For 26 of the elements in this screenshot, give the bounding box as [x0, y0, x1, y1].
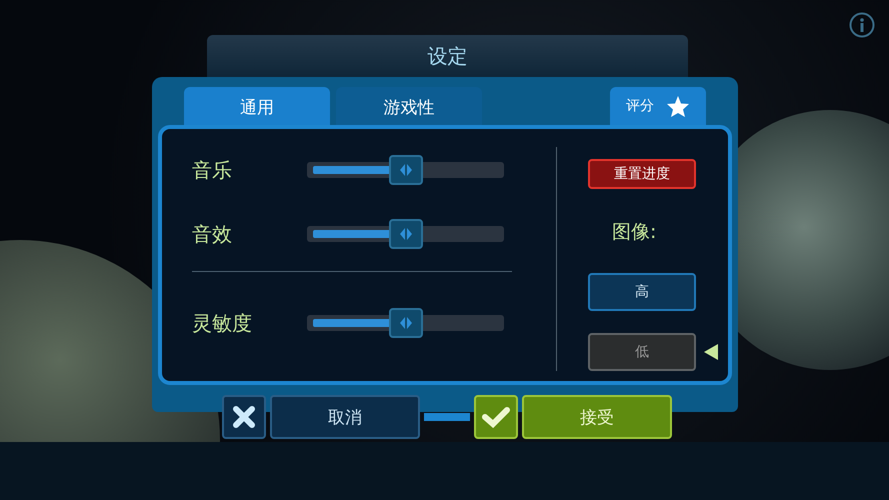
slider-label: 音乐 — [192, 156, 233, 184]
tab[interactable]: 游戏性 — [336, 87, 482, 125]
graphics-label: 图像: — [612, 220, 656, 245]
slider-label: 灵敏度 — [192, 310, 253, 336]
dialog-title: 设定 — [428, 42, 468, 70]
accept-button[interactable]: 接受 — [522, 395, 672, 439]
info-icon[interactable] — [849, 12, 875, 38]
slider[interactable] — [307, 155, 504, 185]
slider[interactable] — [307, 219, 504, 249]
cancel-button[interactable]: 取消 — [270, 395, 420, 439]
tab[interactable]: 通用 — [184, 87, 330, 125]
slider-thumb[interactable] — [388, 308, 422, 338]
rating-button[interactable]: 评分 — [610, 87, 706, 125]
cancel-icon-button[interactable] — [222, 395, 266, 439]
graphics-option[interactable]: 低 — [588, 333, 696, 371]
close-icon — [232, 405, 256, 429]
slider-thumb[interactable] — [388, 155, 422, 185]
accept-icon-button[interactable] — [474, 395, 518, 439]
slider-thumb[interactable] — [388, 219, 422, 249]
connector-bar — [424, 413, 470, 421]
slider[interactable] — [307, 308, 504, 338]
reset-progress-button[interactable]: 重置进度 — [588, 159, 696, 189]
graphics-option[interactable]: 高 — [588, 273, 696, 311]
star-icon — [666, 94, 690, 118]
check-icon — [482, 406, 510, 428]
slider-label: 音效 — [192, 220, 233, 248]
